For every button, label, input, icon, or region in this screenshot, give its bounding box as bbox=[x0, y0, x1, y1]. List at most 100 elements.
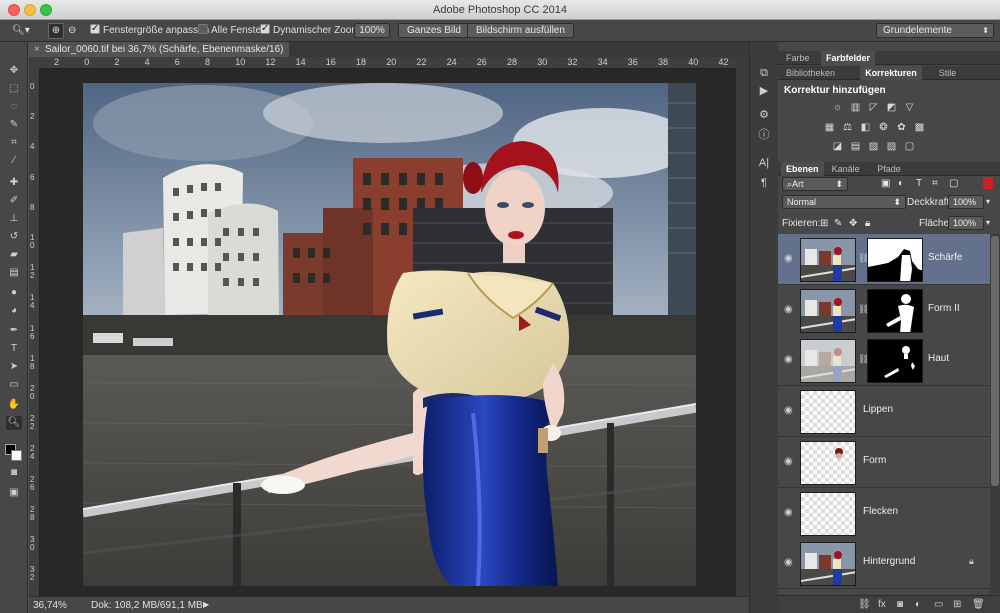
zoom-value-field[interactable]: 100% bbox=[354, 23, 390, 38]
layers-scrollbar[interactable] bbox=[990, 234, 1000, 594]
threshold-icon[interactable]: ▨ bbox=[868, 141, 879, 152]
hand-tool-icon[interactable]: ✋ bbox=[6, 398, 22, 412]
layer-thumbnail[interactable] bbox=[800, 339, 856, 384]
pen-tool-icon[interactable]: ✒ bbox=[6, 324, 22, 338]
layer-row[interactable]: ◉ Form bbox=[778, 436, 990, 488]
filter-toggle-icon[interactable] bbox=[983, 177, 993, 189]
move-tool-icon[interactable]: ✥ bbox=[6, 64, 22, 78]
history-panel-icon[interactable]: ⧉ bbox=[757, 66, 771, 80]
rectangle-tool-icon[interactable]: ▭ bbox=[6, 378, 22, 392]
healing-brush-tool-icon[interactable]: ✚ bbox=[6, 176, 22, 190]
layer-row[interactable]: ◉ Flecken bbox=[778, 487, 990, 539]
selective-color-icon[interactable]: ▢ bbox=[904, 141, 915, 152]
fit-screen-button[interactable]: Ganzes Bild bbox=[398, 23, 470, 38]
layer-name[interactable]: Form bbox=[863, 455, 886, 466]
lasso-tool-icon[interactable]: ◌ bbox=[6, 100, 22, 114]
curves-icon[interactable]: ◸ bbox=[868, 102, 879, 113]
horizontal-ruler[interactable]: 2 0 2 4 6 8 10 12 14 16 18 20 22 24 26 28 30 32 34 36 38 40 42 bbox=[40, 57, 736, 69]
filter-type-icon[interactable]: T bbox=[916, 178, 922, 189]
link-layers-icon[interactable]: ⛓ bbox=[858, 599, 871, 610]
status-menu-arrow-icon[interactable]: ▶ bbox=[203, 600, 209, 609]
layer-thumbnail[interactable] bbox=[800, 238, 856, 282]
layer-mask-thumbnail[interactable] bbox=[867, 238, 923, 282]
zoom-level[interactable]: 36,74% bbox=[33, 600, 67, 611]
adjustments-panel-tab[interactable]: Stile bbox=[934, 66, 962, 80]
opacity-arrow-icon[interactable]: ▾ bbox=[986, 197, 990, 206]
vertical-ruler[interactable]: 0 2 4 6 8 1 0 1 2 1 4 1 6 1 8 2 0 2 2 2 4 2 6 2 8 3 0 3 … bbox=[29, 69, 40, 596]
adjustments-panel-tab[interactable]: Korrekturen bbox=[860, 66, 922, 80]
filter-pixel-icon[interactable]: ▣ bbox=[881, 178, 890, 189]
layers-panel-tab[interactable]: Kanäle bbox=[827, 162, 865, 176]
crop-tool-icon[interactable]: ⌗ bbox=[6, 136, 22, 150]
actions-panel-icon[interactable]: ▶ bbox=[757, 84, 771, 98]
layer-thumbnail[interactable] bbox=[800, 288, 856, 333]
filter-smart-object-icon[interactable]: ▢ bbox=[949, 178, 958, 189]
all-windows-checkbox[interactable]: Alle Fenster bbox=[198, 24, 264, 38]
screen-mode-icon[interactable]: ▣ bbox=[6, 486, 22, 500]
layers-scrollbar-thumb[interactable] bbox=[991, 236, 999, 486]
marquee-tool-icon[interactable]: ⬚ bbox=[6, 82, 22, 96]
quick-mask-icon[interactable]: ◙ bbox=[6, 466, 22, 480]
zoom-out-icon[interactable]: ⊖ bbox=[68, 24, 76, 38]
quick-selection-tool-icon[interactable]: ✎ bbox=[6, 118, 22, 132]
zoom-tool-icon[interactable]: 🔍︎ bbox=[6, 416, 22, 430]
add-mask-icon[interactable]: ◙ bbox=[897, 599, 903, 610]
info-panel-icon[interactable]: ⓘ bbox=[757, 128, 771, 142]
ruler-corner[interactable] bbox=[29, 57, 40, 69]
layer-name[interactable]: Form II bbox=[928, 303, 960, 314]
eye-icon[interactable]: ◉ bbox=[784, 354, 793, 365]
layers-panel-tab[interactable]: Ebenen bbox=[781, 162, 824, 176]
layer-filter-select[interactable]: ⌕Art ⬍ bbox=[782, 177, 848, 191]
exposure-icon[interactable]: ◩ bbox=[886, 102, 897, 113]
scrubby-zoom-checkbox[interactable]: Dynamischer Zoom bbox=[260, 22, 360, 38]
eye-icon[interactable]: ◉ bbox=[784, 253, 793, 264]
paragraph-panel-icon[interactable]: ¶ bbox=[757, 176, 771, 190]
layer-mask-thumbnail[interactable] bbox=[867, 339, 923, 384]
adjustments-panel-tab[interactable]: Bibliotheken bbox=[781, 66, 840, 80]
blur-tool-icon[interactable]: ● bbox=[6, 286, 22, 300]
lock-pixels-icon[interactable]: ✎ bbox=[834, 218, 842, 229]
layer-row[interactable]: ◉ Lippen bbox=[778, 386, 990, 438]
brightness-contrast-icon[interactable]: ☼ bbox=[832, 102, 843, 113]
gradient-tool-icon[interactable]: ▤ bbox=[6, 266, 22, 280]
type-tool-icon[interactable]: T bbox=[6, 342, 22, 356]
lock-all-icon[interactable]: 🔒︎ bbox=[865, 218, 870, 229]
zoom-in-icon[interactable]: ⊕ bbox=[48, 23, 64, 39]
canvas-area[interactable] bbox=[40, 69, 736, 596]
document-image[interactable] bbox=[83, 83, 696, 586]
clone-stamp-tool-icon[interactable]: ⊥ bbox=[6, 212, 22, 226]
resize-windows-checkbox[interactable]: Fenstergröße anpassen bbox=[90, 22, 209, 38]
layer-row[interactable]: ◉ Hintergrund 🔒︎ bbox=[778, 538, 990, 590]
history-brush-tool-icon[interactable]: ↺ bbox=[6, 230, 22, 244]
document-tab[interactable]: × Sailor_0060.tif bei 36,7% (Schärfe, Eb… bbox=[29, 42, 289, 70]
new-group-icon[interactable]: ▭ bbox=[934, 599, 943, 610]
color-panel-tab[interactable]: Farbfelder bbox=[821, 51, 876, 65]
layer-name[interactable]: Haut bbox=[928, 353, 949, 364]
brush-tool-icon[interactable]: ✐ bbox=[6, 194, 22, 208]
canvas-scrollbar[interactable] bbox=[736, 57, 749, 596]
filter-adjustment-icon[interactable]: ◐ bbox=[898, 178, 904, 189]
color-panel-tab[interactable]: Farbe bbox=[781, 51, 815, 65]
posterize-icon[interactable]: ▤ bbox=[850, 141, 861, 152]
layer-thumbnail[interactable] bbox=[800, 491, 856, 536]
color-lookup-icon[interactable]: ▩ bbox=[914, 122, 925, 133]
layer-thumbnail[interactable] bbox=[800, 440, 856, 485]
layer-thumbnail[interactable] bbox=[800, 390, 856, 435]
black-white-icon[interactable]: ◧ bbox=[860, 122, 871, 133]
layer-row[interactable]: ◉ ⛓ Haut bbox=[778, 335, 990, 387]
fill-field[interactable]: 100% bbox=[948, 216, 984, 230]
properties-panel-icon[interactable]: ⚙ bbox=[757, 108, 771, 122]
eye-icon[interactable]: ◉ bbox=[784, 405, 793, 416]
channel-mixer-icon[interactable]: ✿ bbox=[896, 122, 907, 133]
eyedropper-tool-icon[interactable]: ⁄ bbox=[6, 154, 22, 168]
dodge-tool-icon[interactable]: ◕ bbox=[6, 304, 22, 318]
layer-thumbnail[interactable] bbox=[800, 542, 856, 587]
hue-saturation-icon[interactable]: ▦ bbox=[824, 122, 835, 133]
opacity-field[interactable]: 100% bbox=[948, 195, 984, 209]
levels-icon[interactable]: ▥ bbox=[850, 102, 861, 113]
vibrance-icon[interactable]: ▽ bbox=[904, 102, 915, 113]
eye-icon[interactable]: ◉ bbox=[784, 456, 793, 467]
eye-icon[interactable]: ◉ bbox=[784, 304, 793, 315]
workspace-select[interactable]: Grundelemente ⬍ bbox=[876, 23, 994, 38]
layers-panel-tab[interactable]: Pfade bbox=[872, 162, 906, 176]
